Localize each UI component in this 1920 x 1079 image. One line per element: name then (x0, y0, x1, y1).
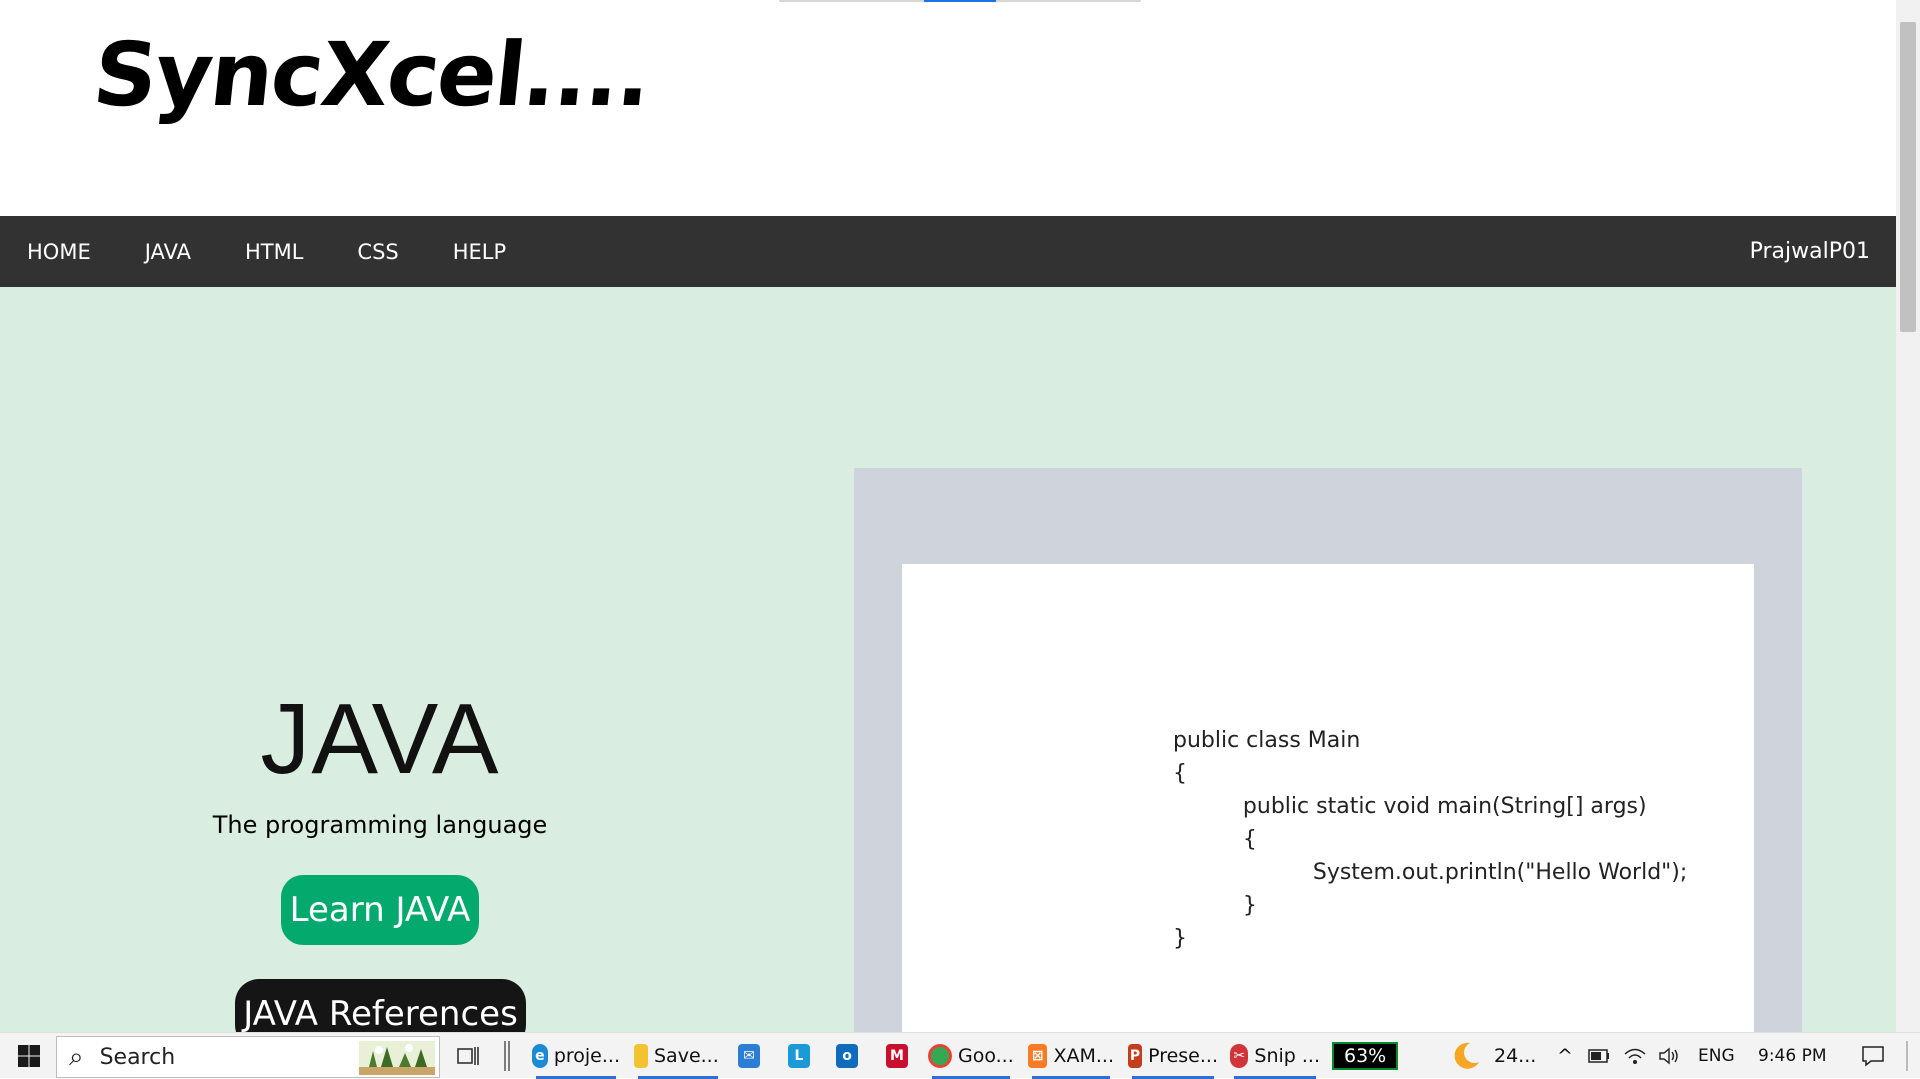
outlook-icon: o (836, 1044, 858, 1068)
taskbar-app-mcafee[interactable]: M (886, 1033, 914, 1079)
code-block: public class Main { public static void m… (1173, 724, 1687, 955)
task-view-button[interactable] (452, 1033, 484, 1079)
edge-icon: e (532, 1044, 548, 1068)
moon-icon (1454, 1042, 1479, 1069)
hero-subtitle: The programming language (212, 811, 548, 839)
taskbar-app-file-explorer[interactable]: Save... (634, 1033, 722, 1079)
taskbar: ⌕ Search e proje... Save... ✉ L o M Goo.… (0, 1032, 1920, 1079)
taskbar-app-mail[interactable]: ✉ (738, 1033, 766, 1079)
loading-indicator (779, 0, 1141, 2)
learn-java-button[interactable]: Learn JAVA (281, 875, 479, 945)
snipping-tool-icon: ✂ (1230, 1044, 1249, 1068)
input-language[interactable]: ENG (1698, 1033, 1738, 1079)
weather-widget[interactable]: 24... (1450, 1033, 1562, 1079)
search-icon: ⌕ (69, 1041, 84, 1072)
taskbar-app-label: Prese... (1148, 1045, 1218, 1067)
nav-user-link[interactable]: PrajwalP01 (1750, 216, 1870, 287)
chevron-up-icon: ^ (1557, 1045, 1573, 1067)
page-scrollbar[interactable] (1896, 0, 1920, 1032)
hero-section: JAVA The programming language Learn JAVA… (0, 287, 1896, 1032)
taskbar-app-snipping-tool[interactable]: ✂ Snip ... (1230, 1033, 1320, 1079)
clock[interactable]: 9:46 PM (1758, 1033, 1838, 1079)
code-example-box: public class Main { public static void m… (902, 564, 1754, 1032)
taskbar-app-l[interactable]: L (788, 1033, 816, 1079)
xampp-icon: ⊠ (1028, 1044, 1048, 1068)
search-highlight-icon (359, 1041, 435, 1075)
taskbar-app-label: Snip ... (1254, 1045, 1320, 1067)
code-line: { (1173, 761, 1187, 786)
taskbar-app-label: proje... (553, 1045, 620, 1067)
code-line: } (1173, 893, 1257, 918)
battery-icon (1588, 1049, 1609, 1063)
divider-icon (504, 1041, 510, 1071)
taskbar-app-powerpoint[interactable]: P Prese... (1128, 1033, 1218, 1079)
show-desktop-button[interactable] (1906, 1041, 1908, 1071)
nav-html-link[interactable]: HTML (218, 240, 330, 264)
volume-status[interactable] (1656, 1033, 1682, 1079)
task-view-icon (457, 1047, 479, 1065)
code-line: { (1173, 827, 1257, 852)
code-line: public class Main (1173, 728, 1361, 753)
taskbar-app-label: Goo... (958, 1045, 1014, 1067)
nav-help-link[interactable]: HELP (426, 240, 533, 264)
loading-indicator-active (924, 0, 996, 2)
network-status[interactable] (1622, 1033, 1648, 1079)
code-line: System.out.println("Hello World"); (1173, 860, 1688, 885)
notification-icon (1862, 1046, 1884, 1067)
scrollbar-thumb[interactable] (1900, 22, 1916, 332)
taskbar-search-box[interactable]: ⌕ Search (56, 1036, 440, 1078)
start-button[interactable] (12, 1033, 46, 1079)
wifi-icon (1624, 1048, 1646, 1064)
battery-meter[interactable]: 63% (1332, 1033, 1402, 1079)
nav-java-link[interactable]: JAVA (118, 240, 218, 264)
speaker-icon (1659, 1047, 1678, 1065)
taskbar-app-edge[interactable]: e proje... (532, 1033, 620, 1079)
taskbar-app-chrome[interactable]: Goo... (928, 1033, 1014, 1079)
notifications-button[interactable] (1858, 1033, 1888, 1079)
chrome-icon (928, 1044, 952, 1068)
nav-home-link[interactable]: HOME (0, 240, 118, 264)
java-references-button[interactable]: JAVA References (235, 979, 526, 1032)
search-placeholder: Search (99, 1044, 176, 1070)
webpage: SyncXcel.... HOME JAVA HTML CSS HELP Pra… (0, 0, 1896, 1032)
site-logo[interactable]: SyncXcel.... (88, 22, 655, 128)
code-line: } (1173, 926, 1187, 951)
hero-title: JAVA (260, 683, 500, 795)
mail-icon: ✉ (738, 1044, 760, 1068)
taskbar-app-outlook[interactable]: o (836, 1033, 864, 1079)
code-line: public static void main(String[] args) (1173, 794, 1647, 819)
weather-temperature: 24... (1494, 1045, 1537, 1067)
nav-css-link[interactable]: CSS (330, 240, 425, 264)
file-explorer-icon (634, 1044, 648, 1068)
powerpoint-icon: P (1128, 1044, 1143, 1068)
taskbar-app-label: Save... (654, 1045, 719, 1067)
l-app-icon: L (788, 1044, 810, 1068)
taskbar-divider (500, 1033, 514, 1079)
navbar: HOME JAVA HTML CSS HELP PrajwalP01 (0, 216, 1896, 287)
code-example-frame: public class Main { public static void m… (854, 468, 1802, 1032)
battery-status[interactable] (1586, 1033, 1612, 1079)
taskbar-app-label: XAM... (1053, 1045, 1114, 1067)
windows-logo-icon (18, 1045, 40, 1067)
battery-percent: 63% (1332, 1042, 1399, 1070)
mcafee-icon: M (886, 1044, 908, 1068)
show-hidden-icons-button[interactable]: ^ (1552, 1033, 1578, 1079)
taskbar-app-xampp[interactable]: ⊠ XAM... (1028, 1033, 1114, 1079)
